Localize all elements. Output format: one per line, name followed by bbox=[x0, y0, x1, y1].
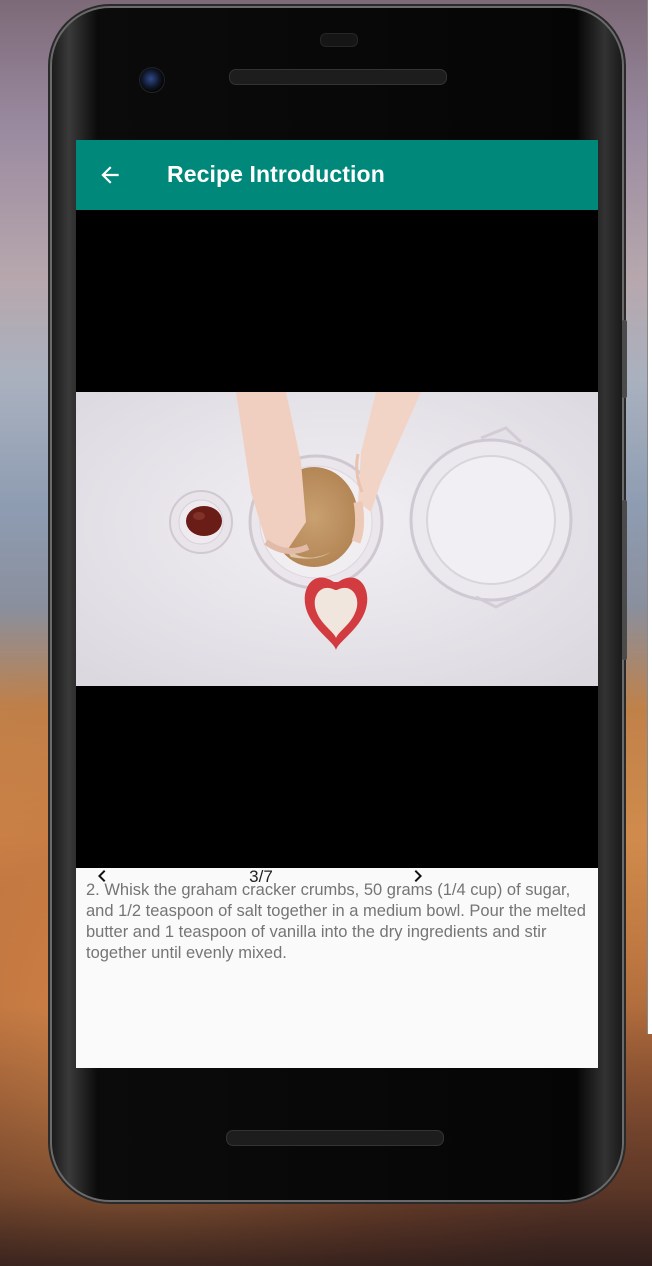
app-bar: Recipe Introduction bbox=[76, 140, 598, 210]
chevron-left-icon bbox=[98, 870, 106, 882]
top-speaker-grille bbox=[229, 69, 447, 85]
video-frame-image bbox=[76, 392, 598, 686]
side-panel-edge bbox=[647, 0, 652, 1034]
front-camera-icon bbox=[139, 67, 165, 93]
previous-step-button[interactable] bbox=[88, 862, 116, 890]
back-button[interactable] bbox=[92, 157, 128, 193]
page-title: Recipe Introduction bbox=[167, 161, 385, 187]
next-step-button[interactable] bbox=[404, 862, 432, 890]
bottom-speaker-grille bbox=[226, 1130, 444, 1146]
recipe-video-frame[interactable] bbox=[76, 392, 598, 686]
volume-button[interactable] bbox=[622, 500, 627, 660]
step-card: 2. Whisk the graham cracker crumbs, 50 g… bbox=[76, 868, 598, 1068]
step-instruction-text: 2. Whisk the graham cracker crumbs, 50 g… bbox=[86, 881, 586, 962]
earpiece bbox=[320, 33, 358, 47]
power-button[interactable] bbox=[622, 320, 627, 398]
arrow-left-icon bbox=[101, 166, 119, 184]
app-screen: Recipe Introduction 2. Whisk the graham … bbox=[76, 140, 598, 1068]
chevron-right-icon bbox=[414, 870, 422, 882]
step-counter: 3/7 bbox=[249, 867, 273, 886]
